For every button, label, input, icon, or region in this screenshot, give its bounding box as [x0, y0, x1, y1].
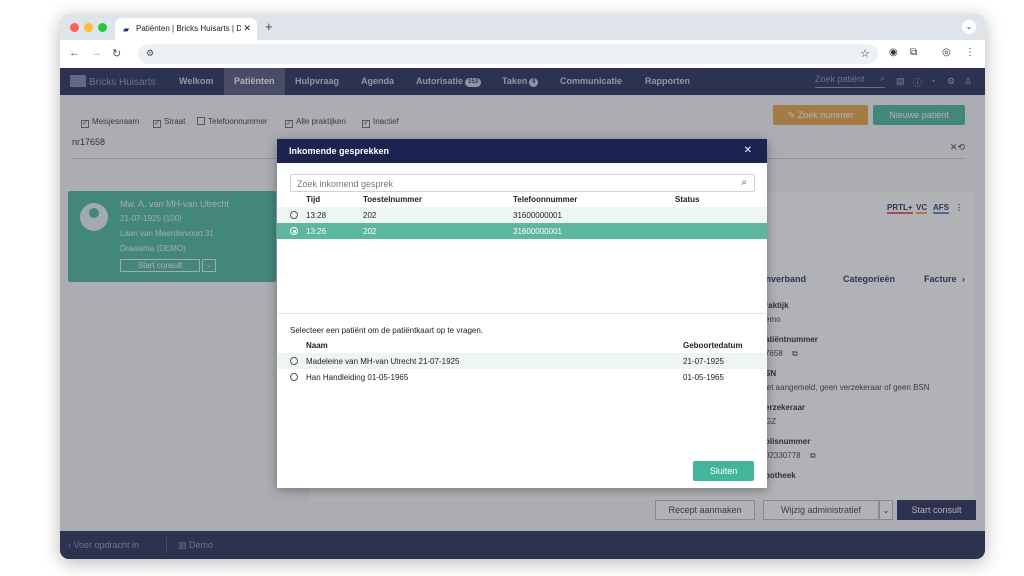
call-extension: 202	[363, 211, 377, 220]
maximize-window-button[interactable]	[98, 23, 107, 32]
incoming-calls-dialog: Inkomende gesprekken ✕ Zoek inkomend ges…	[277, 139, 767, 488]
call-time: 13:28	[306, 211, 327, 220]
browser-menu-icon[interactable]: ⋮	[965, 47, 975, 58]
browser-window: ▰ Patiënten | Bricks Huisarts | D ✕ + ⌄ …	[60, 14, 985, 559]
browser-tab[interactable]: ▰ Patiënten | Bricks Huisarts | D ✕	[115, 18, 257, 40]
site-settings-icon[interactable]: ⚙	[146, 48, 154, 59]
bricks-favicon-icon: ▰	[123, 25, 130, 34]
search-icon[interactable]: ⌕	[741, 177, 747, 188]
select-patient-message: Selecteer een patiënt om de patiëntkaart…	[290, 326, 484, 335]
browser-toolbar: ← → ↻ ⚙ ☆ ◉ ⧉ ◎ ⋮	[60, 40, 985, 68]
radio-unselected-icon[interactable]	[290, 373, 298, 381]
col-header-toestelnummer: Toestelnummer	[363, 195, 422, 204]
dialog-header: Inkomende gesprekken ✕	[277, 139, 767, 163]
patient-row[interactable]: Madeleine van MH-van Utrecht 21-07-1925 …	[277, 353, 767, 369]
search-placeholder: Zoek inkomend gesprek	[297, 179, 394, 189]
new-tab-button[interactable]: +	[265, 19, 273, 34]
col-header-geboortedatum: Geboortedatum	[683, 341, 743, 350]
close-icon[interactable]: ✕	[744, 145, 752, 156]
col-header-tijd: Tijd	[306, 195, 321, 204]
close-window-button[interactable]	[70, 23, 79, 32]
call-phone: 31600000001	[513, 227, 562, 236]
incoming-call-search-input[interactable]: Zoek inkomend gesprek ⌕	[290, 174, 755, 192]
call-row-selected[interactable]: 13:26 202 31600000001	[277, 223, 767, 239]
patient-row-name: Madeleine van MH-van Utrecht 21-07-1925	[306, 357, 460, 366]
sluiten-button[interactable]: Sluiten	[693, 461, 754, 481]
radio-unselected-icon[interactable]	[290, 357, 298, 365]
tab-close-icon[interactable]: ✕	[243, 23, 251, 34]
patient-row-dob: 21-07-1925	[683, 357, 724, 366]
radio-selected-icon[interactable]	[290, 227, 298, 235]
minimize-window-button[interactable]	[84, 23, 93, 32]
bookmark-star-icon[interactable]: ☆	[860, 47, 870, 60]
col-header-status: Status	[675, 195, 700, 204]
call-row[interactable]: 13:28 202 31600000001	[277, 207, 767, 223]
browser-tab-bar: ▰ Patiënten | Bricks Huisarts | D ✕ + ⌄	[60, 14, 985, 40]
reload-icon[interactable]: ↻	[112, 47, 121, 60]
tab-search-button[interactable]: ⌄	[962, 20, 976, 34]
puzzle-icon[interactable]: ⧉	[910, 47, 917, 58]
address-bar[interactable]: ⚙ ☆	[138, 44, 878, 64]
back-icon[interactable]: ←	[69, 47, 80, 59]
patient-row-name: Han Handleiding 01-05-1965	[306, 373, 409, 382]
patient-row[interactable]: Han Handleiding 01-05-1965 01-05-1965	[277, 369, 767, 385]
browser-tab-title: Patiënten | Bricks Huisarts | D	[136, 24, 241, 33]
call-extension: 202	[363, 227, 377, 236]
extension-icon[interactable]: ◉	[889, 47, 898, 58]
patient-row-dob: 01-05-1965	[683, 373, 724, 382]
forward-icon[interactable]: →	[91, 47, 102, 59]
call-phone: 31600000001	[513, 211, 562, 220]
dialog-divider	[277, 313, 767, 314]
col-header-telefoonnummer: Telefoonnummer	[513, 195, 578, 204]
col-header-naam: Naam	[306, 341, 328, 350]
dialog-title: Inkomende gesprekken	[289, 146, 390, 156]
call-time: 13:26	[306, 227, 327, 236]
radio-unselected-icon[interactable]	[290, 211, 298, 219]
profile-icon[interactable]: ◎	[942, 47, 951, 58]
